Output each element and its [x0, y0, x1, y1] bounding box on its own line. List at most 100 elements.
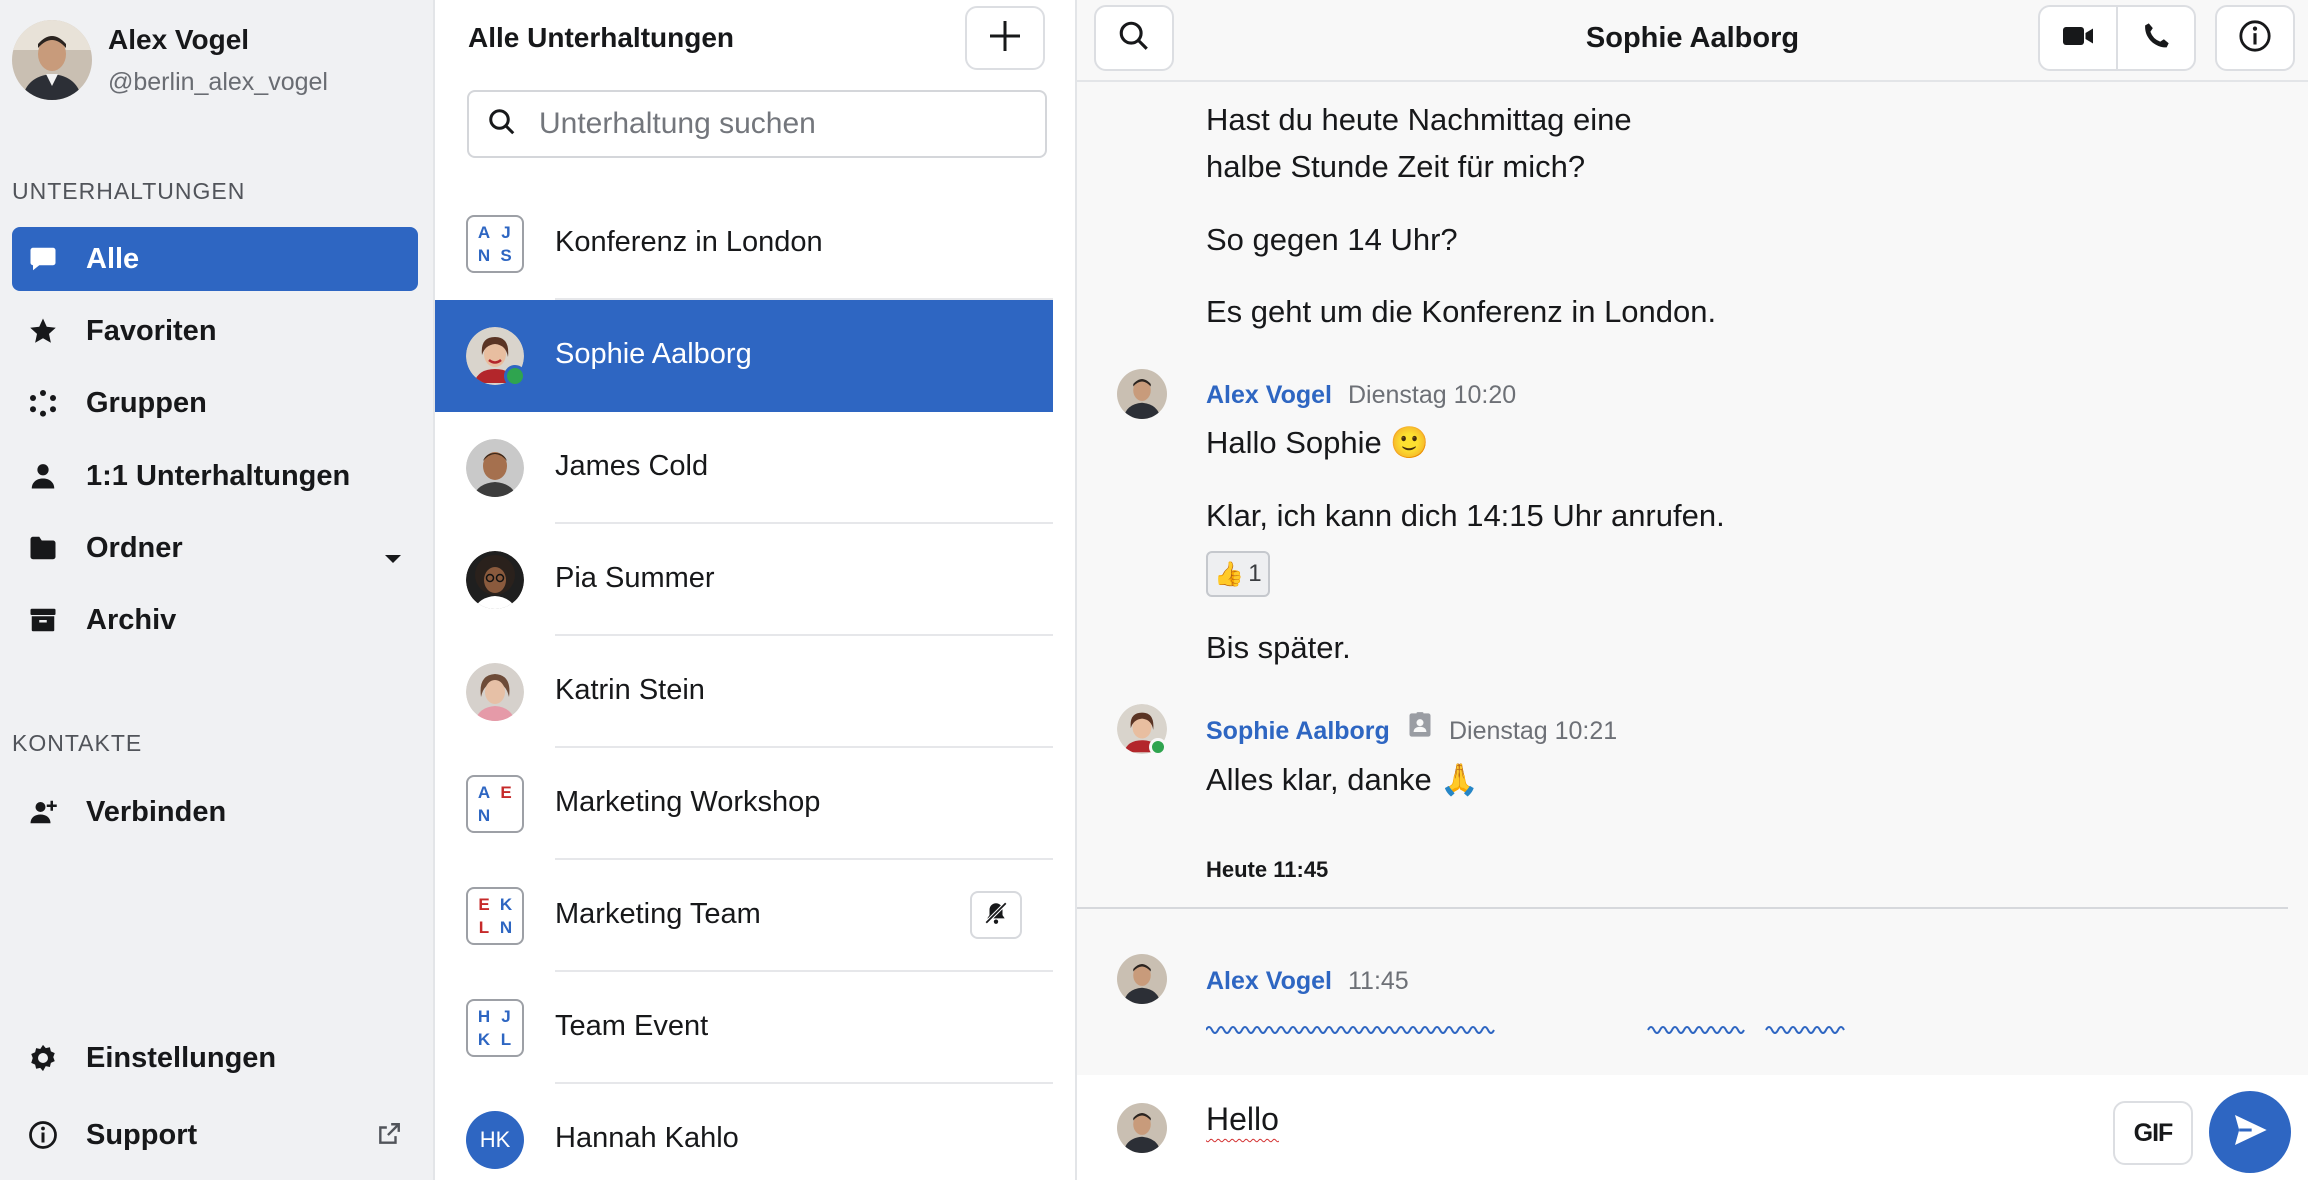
avatar: [466, 551, 524, 609]
avatar[interactable]: [1117, 704, 1167, 756]
sidebar-item-archive[interactable]: Archiv: [12, 588, 418, 652]
conversations-section-label: UNTERHALTUNGEN: [12, 178, 246, 204]
avatar: [1117, 1103, 1167, 1153]
message-text: Hallo Sophie 🙂: [1206, 425, 1429, 460]
sidebar-item-label: Support: [86, 1118, 198, 1151]
message-timestamp: Dienstag 10:20: [1348, 381, 1517, 409]
message-text: Es geht um die Konferenz in London.: [1206, 294, 1717, 329]
message-text: Hast du heute Nachmittag eine: [1206, 102, 1632, 137]
conversation-name: Hannah Kahlo: [555, 1122, 739, 1154]
sidebar-item-label: Ordner: [86, 531, 183, 564]
group-initial: N: [499, 917, 513, 937]
sidebar-item-label: Gruppen: [86, 386, 207, 419]
message-author[interactable]: Sophie Aalborg: [1206, 717, 1390, 746]
conversation-item[interactable]: James Cold: [435, 412, 1053, 524]
new-conversation-button[interactable]: [965, 6, 1045, 70]
chevron-down-icon[interactable]: [384, 540, 402, 573]
phone-icon: [2140, 20, 2172, 57]
gif-button[interactable]: GIF: [2113, 1101, 2193, 1165]
day-separator: Heute 11:45: [1206, 857, 1329, 882]
search-icon: [487, 107, 517, 142]
star-icon: [26, 314, 60, 348]
conversation-item[interactable]: E K L N Marketing Team: [435, 860, 1053, 972]
conversation-search[interactable]: [467, 90, 1047, 158]
message-text: halbe Stunde Zeit für mich?: [1206, 149, 1586, 184]
chat-header: Sophie Aalborg: [1077, 0, 2308, 82]
search-input[interactable]: [539, 107, 1019, 141]
conversation-item[interactable]: Pia Summer: [435, 524, 1053, 636]
conversation-item-active[interactable]: Sophie Aalborg: [435, 300, 1053, 412]
conversation-name: Sophie Aalborg: [555, 338, 752, 370]
group-initial: K: [499, 894, 513, 914]
sidebar-item-folders[interactable]: Ordner: [12, 516, 418, 580]
conversation-item[interactable]: H J K L Team Event: [435, 972, 1053, 1084]
conversation-name: Team Event: [555, 1010, 709, 1042]
conversation-item[interactable]: A J N S Konferenz in London: [435, 188, 1053, 300]
video-call-button[interactable]: [2038, 5, 2118, 71]
gear-icon: [26, 1041, 60, 1075]
conversation-item[interactable]: A E N Marketing Workshop: [435, 748, 1053, 860]
group-initial: N: [477, 805, 491, 825]
add-person-icon: [26, 795, 60, 829]
conversation-item[interactable]: HK Hannah Kahlo: [435, 1084, 1053, 1180]
chat-panel: Sophie Aalborg Hast du heute Nachmittag …: [1077, 0, 2308, 1180]
groups-icon: [26, 386, 60, 420]
avatar: [466, 327, 526, 387]
info-icon: [26, 1118, 60, 1152]
initials-avatar: HK: [466, 1111, 524, 1169]
message-timestamp: Dienstag 10:21: [1449, 717, 1618, 745]
group-initial: H: [477, 1006, 491, 1026]
video-camera-icon: [2060, 18, 2096, 59]
avatar[interactable]: [1117, 954, 1167, 1004]
message-timestamp: 11:45: [1348, 967, 1409, 995]
sidebar: Alex Vogel @berlin_alex_vogel UNTERHALTU…: [0, 0, 435, 1180]
sidebar-item-label: 1:1 Unterhaltungen: [86, 459, 351, 492]
message-text: Bis später.: [1206, 630, 1351, 665]
message-text: So gegen 14 Uhr?: [1206, 222, 1458, 257]
message-input[interactable]: Hello: [1206, 1101, 1279, 1138]
conversation-list: Alle Unterhaltungen A J N S Konferenz in…: [435, 0, 1077, 1180]
sidebar-item-favorites[interactable]: Favoriten: [12, 299, 418, 363]
group-initial: A: [477, 782, 491, 802]
reaction-badge[interactable]: 👍 1: [1206, 551, 1270, 597]
avatar[interactable]: [1117, 369, 1167, 419]
group-initial: E: [478, 894, 490, 914]
muted-badge[interactable]: [970, 891, 1022, 939]
divider: [1077, 907, 2288, 909]
folder-icon: [26, 531, 60, 565]
sidebar-item-one-to-one[interactable]: 1:1 Unterhaltungen: [12, 444, 418, 508]
message-text: Alles klar, danke 🙏: [1206, 762, 1479, 797]
conversation-name: Katrin Stein: [555, 674, 705, 706]
sidebar-item-support[interactable]: Support: [12, 1103, 418, 1167]
message-author[interactable]: Alex Vogel: [1206, 381, 1332, 410]
conversation-name: Marketing Team: [555, 898, 761, 930]
message-author[interactable]: Alex Vogel: [1206, 967, 1332, 996]
sidebar-item-connect[interactable]: Verbinden: [12, 780, 418, 844]
send-button[interactable]: [2209, 1091, 2291, 1173]
sidebar-item-settings[interactable]: Einstellungen: [12, 1026, 418, 1090]
send-icon: [2230, 1110, 2270, 1155]
external-link-icon: [376, 1121, 402, 1155]
user-profile[interactable]: Alex Vogel @berlin_alex_vogel: [12, 20, 422, 100]
user-avatar[interactable]: [12, 20, 92, 100]
group-initial: A: [477, 222, 491, 242]
sidebar-item-groups[interactable]: Gruppen: [12, 371, 418, 435]
conversation-item[interactable]: Katrin Stein: [435, 636, 1053, 748]
archive-icon: [26, 603, 60, 637]
user-name: Alex Vogel: [108, 24, 250, 55]
info-icon: [2238, 19, 2272, 58]
conversation-info-button[interactable]: [2215, 5, 2295, 71]
group-initial: L: [500, 1029, 512, 1049]
sidebar-item-all[interactable]: Alle: [12, 227, 418, 291]
sidebar-item-label: Einstellungen: [86, 1041, 277, 1074]
group-initial: L: [478, 917, 490, 937]
group-initial: J: [501, 222, 511, 242]
conversation-list-title: Alle Unterhaltungen: [468, 22, 735, 53]
audio-call-button[interactable]: [2116, 5, 2196, 71]
pending-message-placeholder: [1205, 1022, 1846, 1043]
reaction-count: 1: [1248, 560, 1262, 587]
person-icon: [26, 459, 60, 493]
bell-muted-icon: [983, 900, 1009, 931]
conversation-name: Pia Summer: [555, 562, 715, 594]
message-text: Klar, ich kann dich 14:15 Uhr anrufen.: [1206, 498, 1725, 533]
